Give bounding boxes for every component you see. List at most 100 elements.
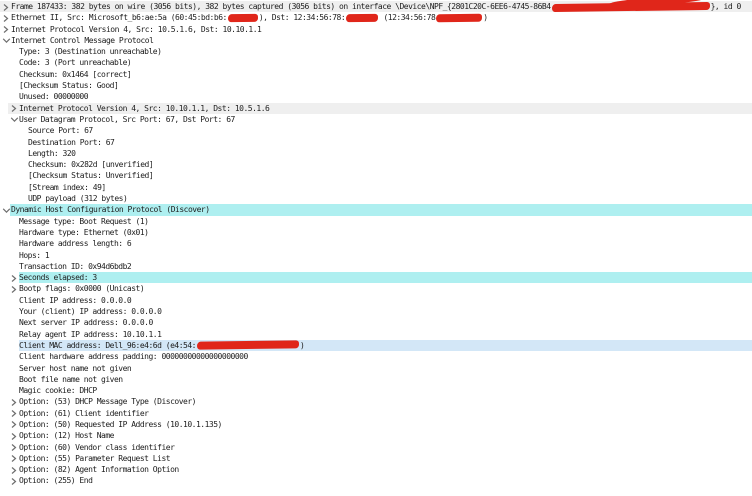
field-text: Checksum: 0x282d [unverified] xyxy=(28,160,154,170)
field-text: Boot file name not given xyxy=(19,374,123,384)
chevron-down-icon[interactable] xyxy=(10,115,19,124)
chevron-down-icon[interactable] xyxy=(2,206,11,215)
packet-tree-row[interactable]: Type: 3 (Destination unreachable) xyxy=(0,46,752,57)
field-text: Hardware address length: 6 xyxy=(19,239,132,249)
chevron-right-icon[interactable] xyxy=(10,104,19,113)
packet-tree-row[interactable]: Dynamic Host Configuration Protocol (Dis… xyxy=(0,204,752,216)
packet-tree-row[interactable]: Your (client) IP address: 0.0.0.0 xyxy=(0,306,752,317)
packet-tree-row[interactable]: Magic cookie: DHCP xyxy=(0,385,752,396)
field-text: Length: 320 xyxy=(28,148,76,158)
field-text: Magic cookie: DHCP xyxy=(19,386,97,396)
packet-tree-row[interactable]: Source Port: 67 xyxy=(0,125,752,136)
field-text: Option: (12) Host Name xyxy=(19,431,114,441)
packet-tree-row[interactable]: Boot file name not given xyxy=(0,374,752,385)
field-text: Checksum: 0x1464 [correct] xyxy=(19,69,132,79)
field-text: Option: (55) Parameter Request List xyxy=(19,453,171,463)
field-text: Option: (255) End xyxy=(19,476,93,486)
field-text: Internet Protocol Version 4, Src: 10.5.1… xyxy=(11,24,262,34)
packet-tree-row[interactable]: Destination Port: 67 xyxy=(0,137,752,148)
packet-tree-row[interactable]: [Stream index: 49] xyxy=(0,182,752,193)
field-text: [Stream index: 49] xyxy=(28,182,106,192)
packet-tree-row[interactable]: Internet Control Message Protocol xyxy=(0,35,752,46)
chevron-right-icon[interactable] xyxy=(2,25,11,34)
packet-tree-row[interactable]: UDP payload (312 bytes) xyxy=(0,193,752,204)
field-text: Bootp flags: 0x0000 (Unicast) xyxy=(19,284,145,294)
field-text: Option: (61) Client identifier xyxy=(19,408,149,418)
redaction-mark xyxy=(227,13,258,23)
chevron-right-icon[interactable] xyxy=(10,477,19,486)
field-text: Option: (60) Vendor class identifier xyxy=(19,442,175,452)
field-text: Transaction ID: 0x94d6bdb2 xyxy=(19,261,132,271)
packet-tree-row[interactable]: Option: (53) DHCP Message Type (Discover… xyxy=(0,396,752,407)
chevron-right-icon[interactable] xyxy=(10,409,19,418)
packet-tree-row[interactable]: Checksum: 0x282d [unverified] xyxy=(0,159,752,170)
field-text: Message type: Boot Request (1) xyxy=(19,216,149,226)
packet-tree-row[interactable]: Client hardware address padding: 0000000… xyxy=(0,351,752,362)
packet-tree-row[interactable]: Option: (55) Parameter Request List xyxy=(0,453,752,464)
chevron-down-icon[interactable] xyxy=(2,36,11,45)
field-text: UDP payload (312 bytes) xyxy=(28,194,128,204)
packet-tree-row[interactable]: [Checksum Status: Unverified] xyxy=(0,170,752,181)
packet-tree-row[interactable]: Option: (82) Agent Information Option xyxy=(0,464,752,475)
chevron-right-icon[interactable] xyxy=(10,454,19,463)
packet-tree-row[interactable]: Length: 320 xyxy=(0,148,752,159)
field-text: Server host name not given xyxy=(19,363,132,373)
field-text: Unused: 00000000 xyxy=(19,92,89,102)
packet-tree-row[interactable]: Option: (12) Host Name xyxy=(0,430,752,441)
chevron-right-icon[interactable] xyxy=(10,285,19,294)
chevron-right-icon[interactable] xyxy=(10,466,19,475)
field-text: Relay agent IP address: 10.10.1.1 xyxy=(19,329,162,339)
field-text: Frame 187433: 382 bytes on wire (3056 bi… xyxy=(11,2,551,11)
packet-tree-row[interactable]: Internet Protocol Version 4, Src: 10.5.1… xyxy=(0,24,752,35)
packet-tree-row[interactable]: Option: (61) Client identifier xyxy=(0,408,752,419)
field-text: Option: (82) Agent Information Option xyxy=(19,465,179,475)
packet-tree-row[interactable]: Option: (60) Vendor class identifier xyxy=(0,442,752,453)
packet-tree-row[interactable]: Transaction ID: 0x94d6bdb2 xyxy=(0,261,752,272)
packet-tree-row[interactable]: Code: 3 (Port unreachable) xyxy=(0,57,752,68)
redaction-mark xyxy=(196,340,300,351)
packet-tree-row[interactable]: User Datagram Protocol, Src Port: 67, Ds… xyxy=(0,114,752,125)
field-text: Dynamic Host Configuration Protocol (Dis… xyxy=(11,205,210,215)
field-text: Hardware type: Ethernet (0x01) xyxy=(19,227,149,237)
chevron-right-icon[interactable] xyxy=(2,14,11,23)
field-text: Option: (50) Requested IP Address (10.10… xyxy=(19,419,222,429)
field-text: Destination Port: 67 xyxy=(28,137,115,147)
chevron-right-icon[interactable] xyxy=(10,274,19,283)
chevron-right-icon[interactable] xyxy=(10,443,19,452)
packet-tree-row[interactable]: Internet Protocol Version 4, Src: 10.10.… xyxy=(0,102,752,114)
field-text: ), Dst: 12:34:56:78: xyxy=(258,13,346,23)
packet-tree-row[interactable]: Server host name not given xyxy=(0,363,752,374)
field-text: Internet Protocol Version 4, Src: 10.10.… xyxy=(19,103,270,113)
field-text: ) xyxy=(483,13,488,23)
packet-tree-row[interactable]: Relay agent IP address: 10.10.1.1 xyxy=(0,329,752,340)
packet-tree-row[interactable]: Bootp flags: 0x0000 (Unicast) xyxy=(0,283,752,294)
packet-details-pane[interactable]: Frame 187433: 382 bytes on wire (3056 bi… xyxy=(0,0,752,496)
packet-tree-row[interactable]: Ethernet II, Src: Microsoft_b6:ae:5a (60… xyxy=(0,12,752,23)
field-text: ) xyxy=(299,340,305,350)
field-text: Code: 3 (Port unreachable) xyxy=(19,58,132,68)
packet-tree-row[interactable]: Hardware type: Ethernet (0x01) xyxy=(0,227,752,238)
packet-tree-row[interactable]: Hops: 1 xyxy=(0,250,752,261)
packet-tree-row[interactable]: Option: (255) End xyxy=(0,475,752,486)
field-text: Client hardware address padding: 0000000… xyxy=(19,352,248,362)
field-text: Source Port: 67 xyxy=(28,126,93,136)
chevron-right-icon[interactable] xyxy=(2,3,11,12)
chevron-right-icon[interactable] xyxy=(10,398,19,407)
chevron-right-icon[interactable] xyxy=(10,432,19,441)
packet-tree-row[interactable]: Option: (50) Requested IP Address (10.10… xyxy=(0,419,752,430)
packet-tree-row[interactable]: Checksum: 0x1464 [correct] xyxy=(0,69,752,80)
chevron-right-icon[interactable] xyxy=(10,420,19,429)
packet-tree-row[interactable]: Client IP address: 0.0.0.0 xyxy=(0,295,752,306)
packet-tree-row[interactable]: Client MAC address: Dell_96:e4:6d (e4:54… xyxy=(0,339,752,352)
packet-tree-row[interactable]: [Checksum Status: Good] xyxy=(0,80,752,91)
packet-tree-row[interactable]: Message type: Boot Request (1) xyxy=(0,216,752,227)
field-text: User Datagram Protocol, Src Port: 67, Ds… xyxy=(19,114,235,124)
packet-tree-row[interactable]: Seconds elapsed: 3 xyxy=(0,272,752,284)
field-text: [Checksum Status: Unverified] xyxy=(28,171,154,181)
packet-tree-row[interactable]: Unused: 00000000 xyxy=(0,91,752,102)
packet-tree-row[interactable]: Hardware address length: 6 xyxy=(0,238,752,249)
packet-tree-row[interactable]: Next server IP address: 0.0.0.0 xyxy=(0,317,752,328)
field-text: Ethernet II, Src: Microsoft_b6:ae:5a (60… xyxy=(11,13,227,23)
field-text: Internet Control Message Protocol xyxy=(11,35,154,45)
field-text: (12:34:56:78 xyxy=(379,13,436,23)
